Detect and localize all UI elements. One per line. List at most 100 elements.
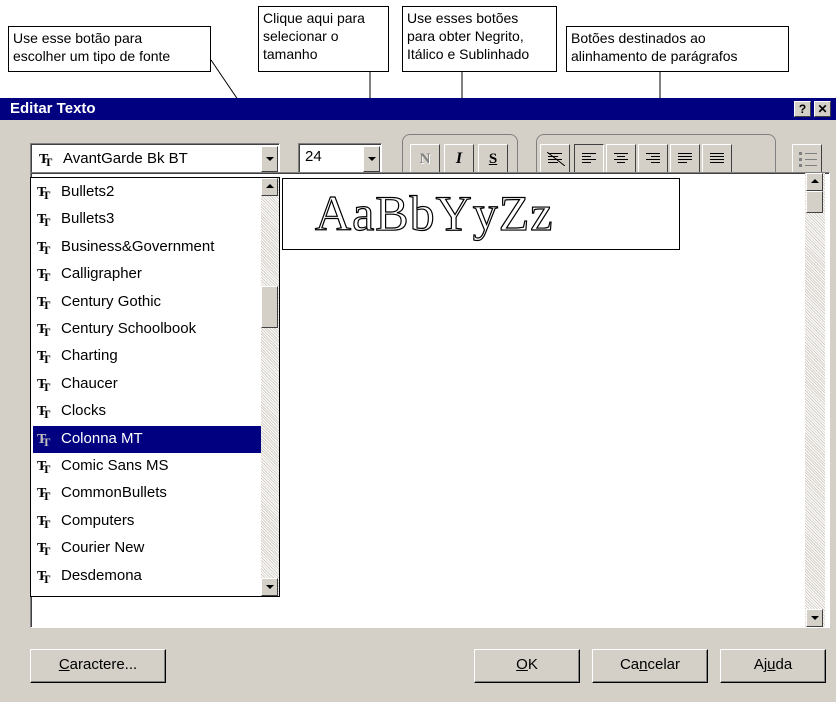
font-list-item-label: Bullets2 — [61, 183, 115, 200]
font-list-item[interactable]: TT Desdemona — [33, 563, 261, 590]
font-list-item[interactable]: TT CommonBullets — [33, 480, 261, 507]
ok-label: OK — [516, 656, 538, 673]
preview-sample: AaBbYyZz — [314, 184, 554, 241]
truetype-icon: TT — [37, 431, 51, 449]
close-icon[interactable]: ✕ — [814, 101, 831, 117]
no-align-button[interactable] — [540, 144, 570, 174]
truetype-icon: TT — [37, 349, 51, 367]
help-button[interactable]: Ajuda — [720, 649, 826, 683]
text-area-scrollbar[interactable] — [805, 173, 825, 627]
truetype-icon: TT — [37, 404, 51, 422]
strike-icon — [547, 152, 565, 166]
truetype-icon: TT — [37, 513, 51, 531]
align-right-button[interactable] — [638, 144, 668, 174]
style-buttons: N I S — [410, 144, 510, 174]
truetype-icon: TT — [37, 267, 51, 285]
underline-label: S — [488, 151, 498, 167]
font-list-item[interactable]: TT Computers — [33, 508, 261, 535]
font-list-item-label: Courier New — [61, 539, 145, 557]
align-right-icon — [646, 153, 660, 165]
cancel-label: Cancelar — [619, 656, 681, 673]
font-list-item[interactable]: TT Century Schoolbook — [33, 316, 261, 343]
font-list-item-label: Calligrapher — [61, 265, 142, 283]
font-list-item-label: Bullets3 — [61, 210, 115, 228]
font-list-item-label: CommonBullets — [61, 484, 167, 502]
font-list-item-label: Century Gothic — [61, 292, 162, 310]
font-list-item-label: Charting — [61, 347, 118, 365]
justify-icon — [678, 153, 692, 165]
truetype-icon: TT — [37, 486, 51, 504]
font-list-item[interactable]: TT Charting — [33, 343, 261, 370]
caractere-label: Caractere... — [58, 656, 138, 673]
bullets-icon — [799, 152, 817, 167]
truetype-icon: TT — [39, 152, 53, 170]
truetype-icon: TT — [37, 541, 51, 559]
font-list-scroll-down[interactable] — [261, 578, 278, 596]
truetype-icon: TT — [37, 459, 51, 477]
truetype-icon: TT — [37, 239, 51, 257]
truetype-icon: TT — [37, 322, 51, 340]
font-combo[interactable]: TT AvantGarde Bk BT — [30, 143, 280, 175]
dialog-title: Editar Texto — [10, 100, 96, 117]
chevron-down-icon — [266, 157, 274, 161]
font-list-item[interactable]: TT Comic Sans MS — [33, 453, 261, 480]
caractere-button[interactable]: Caractere... — [30, 649, 166, 683]
font-list-scrollbar[interactable] — [261, 178, 279, 596]
bold-button[interactable]: N — [410, 144, 440, 174]
font-list-scroll-up[interactable] — [261, 178, 278, 196]
chevron-down-icon — [811, 616, 819, 620]
force-justify-icon — [710, 153, 724, 165]
scroll-up-button[interactable] — [806, 173, 823, 191]
font-combo-value: AvantGarde Bk BT — [63, 150, 188, 167]
truetype-icon: TT — [37, 376, 51, 394]
font-list-item-label: Chaucer — [61, 374, 118, 392]
truetype-icon: TT — [37, 294, 51, 312]
edit-text-dialog: Editar Texto ? ✕ TT AvantGarde Bk BT 24 … — [0, 98, 836, 702]
font-list-item[interactable]: TT Bullets3 — [33, 206, 261, 233]
font-list-item[interactable]: TT Chaucer — [33, 371, 261, 398]
font-list-item[interactable]: TT Century Gothic — [33, 289, 261, 316]
font-list-item-label: Desdemona — [61, 566, 142, 584]
font-list-item-label: Colonna MT — [61, 429, 143, 447]
font-list-item-label: Business&Government — [61, 237, 215, 255]
font-list-item-label: Century Schoolbook — [61, 320, 197, 337]
scroll-thumb[interactable] — [806, 191, 823, 213]
font-list-item[interactable]: TT Courier New — [33, 535, 261, 562]
align-left-button[interactable] — [574, 144, 604, 174]
font-combo-dropdown-button[interactable] — [261, 146, 278, 172]
chevron-down-icon — [266, 585, 274, 589]
font-list-scroll-thumb[interactable] — [261, 286, 278, 328]
chevron-up-icon — [811, 179, 819, 183]
truetype-icon: TT — [37, 568, 51, 586]
font-list-item[interactable]: TT Colonna MT — [33, 425, 261, 453]
bullets-button[interactable] — [792, 144, 822, 174]
font-list-item[interactable]: TT Bullets2 — [33, 179, 261, 206]
size-combo-dropdown-button[interactable] — [363, 146, 380, 172]
justify-button[interactable] — [670, 144, 700, 174]
font-list-item[interactable]: TT Calligrapher — [33, 261, 261, 288]
title-bar: Editar Texto ? ✕ — [0, 98, 836, 120]
italic-button[interactable]: I — [444, 144, 474, 174]
cancel-button[interactable]: Cancelar — [592, 649, 708, 683]
force-justify-button[interactable] — [702, 144, 732, 174]
font-list-item-label: Comic Sans MS — [61, 457, 169, 474]
font-list-item[interactable]: TT Business&Government — [33, 234, 261, 261]
font-list[interactable]: TT Bullets2 TT Bullets3 TT Business&Governmen… — [30, 177, 280, 597]
help-label: Ajuda — [753, 656, 793, 673]
align-center-icon — [614, 153, 628, 165]
underline-button[interactable]: S — [478, 144, 508, 174]
ok-button[interactable]: OK — [474, 649, 580, 683]
align-left-icon — [582, 153, 596, 165]
chevron-up-icon — [266, 184, 274, 188]
size-combo[interactable]: 24 — [298, 143, 382, 175]
scroll-down-button[interactable] — [806, 609, 823, 627]
font-list-item-label: Clocks — [61, 402, 107, 420]
help-icon[interactable]: ? — [794, 101, 811, 117]
align-center-button[interactable] — [606, 144, 636, 174]
bold-label: N — [419, 151, 431, 167]
chevron-down-icon — [368, 157, 376, 161]
truetype-icon: TT — [37, 185, 51, 203]
font-list-item[interactable]: TT Clocks — [33, 398, 261, 425]
size-combo-value: 24 — [305, 148, 322, 165]
font-list-item-label: Computers — [61, 511, 135, 529]
